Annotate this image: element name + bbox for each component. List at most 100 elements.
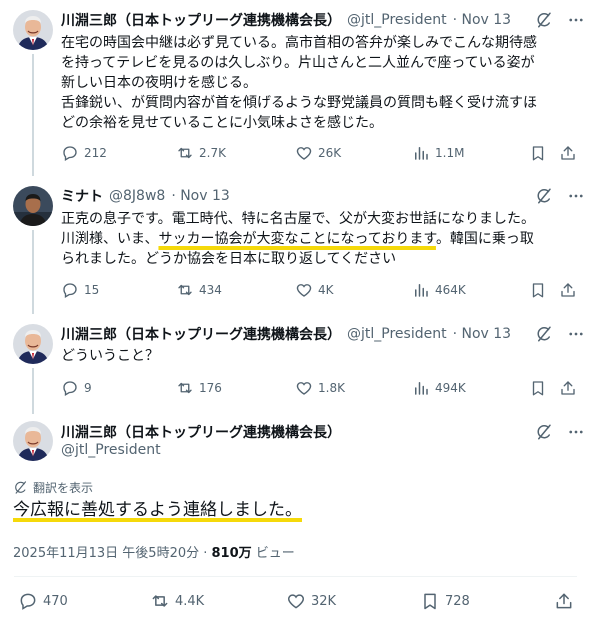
text-line: を持ってテレビを見るのは久しぶり。片山さんと二人並んで座っている姿が xyxy=(61,55,535,71)
author-name[interactable]: ミナト xyxy=(61,186,103,206)
repost-count: 4.4K xyxy=(175,593,205,609)
views-button[interactable]: 1.1M xyxy=(412,144,464,162)
thread-line xyxy=(32,368,34,414)
grok-icon[interactable] xyxy=(535,423,553,441)
thread-line xyxy=(32,54,34,176)
views-button[interactable]: 494K xyxy=(412,379,466,397)
text-line: どの余裕を見せていることに小気味よさを感じた。 xyxy=(61,115,383,131)
bookmark-button[interactable] xyxy=(529,281,547,299)
author-handle[interactable]: @8J8w8 xyxy=(109,188,165,204)
more-icon[interactable] xyxy=(567,187,585,205)
post-date[interactable]: · Nov 13 xyxy=(453,326,512,342)
more-icon[interactable] xyxy=(567,325,585,343)
like-button[interactable]: 4K xyxy=(295,281,334,299)
tweet-top-icons xyxy=(535,11,585,29)
tweet-text: 正克の息子です。電工時代、特に名古屋で、父が大変お世話になりました。 川渕様、い… xyxy=(61,209,581,269)
reply-button[interactable]: 212 xyxy=(61,144,107,162)
bookmark-icon xyxy=(420,591,440,611)
like-button[interactable]: 1.8K xyxy=(295,379,345,397)
share-button[interactable] xyxy=(559,144,577,162)
heart-icon xyxy=(286,591,306,611)
translate-label: 翻訳を表示 xyxy=(33,481,94,495)
views-label: ビュー xyxy=(251,546,295,561)
bookmark-button[interactable] xyxy=(529,144,547,162)
text-line: 在宅の時国会中継は必ず見ている。高市首相の答弁が楽しみでこんな期待感 xyxy=(61,35,537,51)
repost-button[interactable]: 2.7K xyxy=(176,144,226,162)
reply-icon xyxy=(61,144,79,162)
more-icon[interactable] xyxy=(567,423,585,441)
like-button[interactable]: 26K xyxy=(295,144,341,162)
text-line: 新しい日本の夜明けを感じる。 xyxy=(61,75,257,91)
author-name[interactable]: 川淵三郎（日本トップリーグ連携機構会長） xyxy=(61,324,341,344)
grok-icon[interactable] xyxy=(535,187,553,205)
highlighted-text: サッカー協会が大変なことになっております xyxy=(158,231,436,247)
tweet-header: ミナト @8J8w8 · Nov 13 xyxy=(61,186,230,206)
text-line: 正克の息子です。電工時代、特に名古屋で、父が大変お世話になりました。 xyxy=(61,211,536,227)
divider xyxy=(14,576,577,577)
bookmark-icon xyxy=(529,281,547,299)
action-bar: 9 176 1.8K 494K xyxy=(61,379,581,399)
like-count: 26K xyxy=(318,146,342,160)
author-handle[interactable]: @jtl_President xyxy=(347,326,447,342)
tweet-top-icons xyxy=(535,325,585,343)
repost-button[interactable]: 4.4K xyxy=(150,591,204,611)
action-bar: 212 2.7K 26K 1.1M xyxy=(61,144,581,164)
avatar[interactable] xyxy=(13,421,53,461)
text-fragment: 。韓国に乗っ取 xyxy=(435,231,534,247)
reply-button[interactable]: 9 xyxy=(61,379,92,397)
avatar[interactable] xyxy=(13,186,53,226)
post-timestamp[interactable]: 2025年11月13日 午後5時20分 · xyxy=(13,546,212,561)
grok-icon[interactable] xyxy=(535,325,553,343)
post-meta: 2025年11月13日 午後5時20分 · 810万 ビュー xyxy=(13,542,295,561)
author-name[interactable]: 川淵三郎（日本トップリーグ連携機構会長） xyxy=(61,422,341,442)
repost-count: 434 xyxy=(199,283,222,297)
repost-icon xyxy=(176,144,194,162)
heart-icon xyxy=(295,281,313,299)
bookmark-button[interactable] xyxy=(529,379,547,397)
post-date[interactable]: · Nov 13 xyxy=(171,188,230,204)
like-count: 4K xyxy=(318,283,334,297)
repost-icon xyxy=(176,379,194,397)
author-handle[interactable]: @jtl_President xyxy=(61,442,161,458)
views-count: 810万 xyxy=(211,546,252,561)
views-icon xyxy=(412,144,430,162)
share-button[interactable] xyxy=(559,379,577,397)
grok-icon[interactable] xyxy=(535,11,553,29)
like-button[interactable]: 32K xyxy=(286,591,336,611)
share-button[interactable] xyxy=(554,591,574,611)
avatar[interactable] xyxy=(13,10,53,50)
views-button[interactable]: 464K xyxy=(412,281,466,299)
reply-button[interactable]: 15 xyxy=(61,281,99,299)
author-name[interactable]: 川淵三郎（日本トップリーグ連携機構会長） xyxy=(61,10,341,30)
avatar[interactable] xyxy=(13,324,53,364)
reply-icon xyxy=(61,281,79,299)
bookmark-button[interactable]: 728 xyxy=(420,591,470,611)
repost-button[interactable]: 176 xyxy=(176,379,222,397)
bookmark-icon xyxy=(529,379,547,397)
like-count: 1.8K xyxy=(318,381,345,395)
action-bar: 15 434 4K 464K xyxy=(61,281,581,301)
share-button[interactable] xyxy=(559,281,577,299)
reply-count: 9 xyxy=(84,381,92,395)
views-icon xyxy=(412,379,430,397)
translate-link[interactable]: 翻訳を表示 xyxy=(13,479,93,496)
reply-count: 212 xyxy=(84,146,107,160)
text-fragment: 川渕様、いま、 xyxy=(61,231,159,247)
author-handle[interactable]: @jtl_President xyxy=(347,12,447,28)
repost-button[interactable]: 434 xyxy=(176,281,222,299)
reply-icon xyxy=(18,591,38,611)
tweet-top-icons xyxy=(535,423,585,441)
share-icon xyxy=(559,281,577,299)
repost-icon xyxy=(150,591,170,611)
reply-button[interactable]: 470 xyxy=(18,591,68,611)
tweet-text: 在宅の時国会中継は必ず見ている。高市首相の答弁が楽しみでこんな期待感 を持ってテ… xyxy=(61,33,581,133)
heart-icon xyxy=(295,144,313,162)
tweet-header: 川淵三郎（日本トップリーグ連携機構会長） @jtl_President · No… xyxy=(61,324,511,344)
post-date[interactable]: · Nov 13 xyxy=(453,12,512,28)
text-line: 舌鋒鋭い、が質問内容が首を傾げるような野党議員の質問も軽く受け流すほ xyxy=(61,95,537,111)
views-count: 494K xyxy=(435,381,466,395)
share-icon xyxy=(554,591,574,611)
more-icon[interactable] xyxy=(567,11,585,29)
share-icon xyxy=(559,379,577,397)
repost-icon xyxy=(176,281,194,299)
